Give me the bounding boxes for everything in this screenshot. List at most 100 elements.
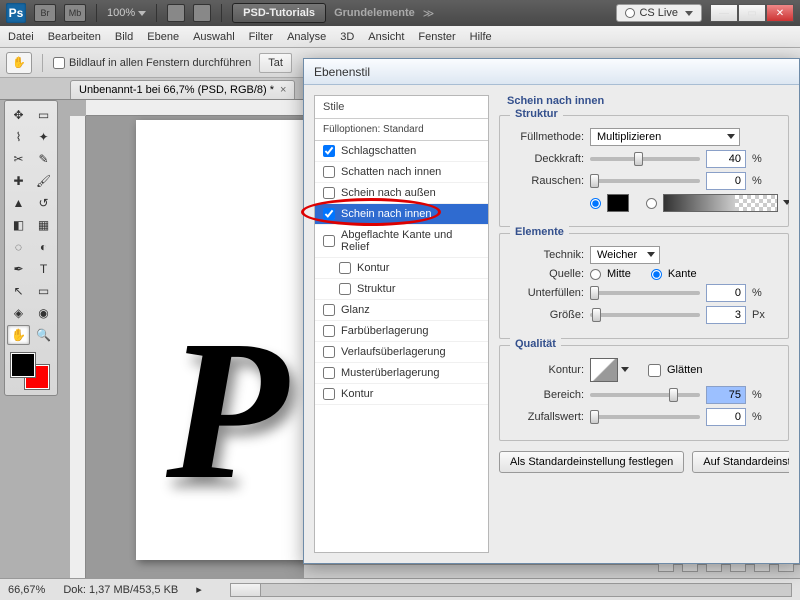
range-slider[interactable] [590, 393, 700, 397]
antialias-checkbox[interactable] [648, 364, 661, 377]
opacity-slider[interactable] [590, 157, 700, 161]
size-input[interactable]: 3 [706, 306, 746, 324]
technique-dropdown[interactable]: Weicher [590, 246, 660, 264]
gradient-tool-icon[interactable]: ▦ [32, 215, 55, 235]
choke-input[interactable]: 0 [706, 284, 746, 302]
jitter-slider[interactable] [590, 415, 700, 419]
jitter-input[interactable]: 0 [706, 408, 746, 426]
style-item-5[interactable]: Kontur [315, 258, 488, 279]
style-item-3[interactable]: Schein nach innen [315, 204, 488, 225]
make-default-button[interactable]: Als Standardeinstellung festlegen [499, 451, 684, 473]
menu-fenster[interactable]: Fenster [418, 31, 455, 43]
style-item-2[interactable]: Schein nach außen [315, 183, 488, 204]
3d-camera-icon[interactable]: ◉ [32, 303, 55, 323]
style-checkbox[interactable] [339, 283, 351, 295]
blur-tool-icon[interactable]: ◌ [7, 237, 30, 257]
noise-slider[interactable] [590, 179, 700, 183]
foreground-color-swatch[interactable] [11, 353, 35, 377]
dialog-titlebar[interactable]: Ebenenstil [304, 59, 799, 85]
style-checkbox[interactable] [323, 187, 335, 199]
styles-header[interactable]: Stile [315, 96, 488, 119]
opacity-input[interactable]: 40 [706, 150, 746, 168]
scroll-all-checkbox-input[interactable] [53, 57, 65, 69]
bridge-button[interactable]: Br [34, 4, 56, 22]
color-wells[interactable] [7, 351, 55, 391]
style-checkbox[interactable] [323, 235, 335, 247]
scroll-all-windows-checkbox[interactable]: Bildlauf in allen Fenstern durchführen [53, 57, 251, 69]
style-checkbox[interactable] [323, 346, 335, 358]
style-checkbox[interactable] [323, 325, 335, 337]
document-tab[interactable]: Unbenannt-1 bei 66,7% (PSD, RGB/8) * × [70, 80, 295, 99]
menu-analyse[interactable]: Analyse [287, 31, 326, 43]
history-brush-icon[interactable]: ↺ [32, 193, 55, 213]
style-item-8[interactable]: Farbüberlagerung [315, 321, 488, 342]
size-slider[interactable] [590, 313, 700, 317]
status-doc-info[interactable]: Dok: 1,37 MB/453,5 KB [63, 584, 178, 596]
close-button[interactable]: ✕ [766, 4, 794, 22]
screenmode-icon[interactable] [193, 4, 211, 22]
style-item-11[interactable]: Kontur [315, 384, 488, 405]
style-checkbox[interactable] [323, 388, 335, 400]
menu-auswahl[interactable]: Auswahl [193, 31, 235, 43]
zoom-tool-icon[interactable]: 🔍 [32, 325, 55, 345]
style-item-10[interactable]: Musterüberlagerung [315, 363, 488, 384]
gradient-picker[interactable] [663, 194, 778, 212]
minibridge-button[interactable]: Mb [64, 4, 86, 22]
eraser-tool-icon[interactable]: ◧ [7, 215, 30, 235]
brush-tool-icon[interactable]: 🖌 [32, 171, 55, 191]
style-item-9[interactable]: Verlaufsüberlagerung [315, 342, 488, 363]
style-item-4[interactable]: Abgeflachte Kante und Relief [315, 225, 488, 258]
style-item-0[interactable]: Schlagschatten [315, 141, 488, 162]
hand-tool-icon[interactable]: ✋ [7, 325, 30, 345]
style-item-1[interactable]: Schatten nach innen [315, 162, 488, 183]
path-select-icon[interactable]: ↖ [7, 281, 30, 301]
gradient-radio[interactable] [646, 198, 657, 209]
color-swatch[interactable] [607, 194, 629, 212]
scrollbar-thumb[interactable] [231, 584, 261, 596]
workspace-grundelemente[interactable]: Grundelemente [334, 7, 415, 19]
style-checkbox[interactable] [323, 166, 335, 178]
hand-tool-icon[interactable]: ✋ [6, 52, 32, 74]
source-center-radio[interactable] [590, 269, 601, 280]
menu-ebene[interactable]: Ebene [147, 31, 179, 43]
contour-picker[interactable] [590, 358, 618, 382]
chevron-right-icon[interactable]: ≫ [423, 7, 435, 20]
wand-tool-icon[interactable]: ✦ [32, 127, 55, 147]
style-checkbox[interactable] [323, 208, 335, 220]
reset-default-button[interactable]: Auf Standardeinstellun [692, 451, 789, 473]
heal-tool-icon[interactable]: ✚ [7, 171, 30, 191]
lasso-tool-icon[interactable]: ⌇ [7, 127, 30, 147]
workspace-psd-tutorials[interactable]: PSD-Tutorials [232, 3, 326, 23]
eyedropper-tool-icon[interactable]: ✎ [32, 149, 55, 169]
blending-options-row[interactable]: Fülloptionen: Standard [315, 119, 488, 141]
style-checkbox[interactable] [323, 304, 335, 316]
style-checkbox[interactable] [323, 367, 335, 379]
stamp-tool-icon[interactable]: ▲ [7, 193, 30, 213]
cslive-button[interactable]: CS Live [616, 4, 702, 22]
type-tool-icon[interactable]: T [32, 259, 55, 279]
menu-3d[interactable]: 3D [340, 31, 354, 43]
color-radio[interactable] [590, 198, 601, 209]
menu-datei[interactable]: Datei [8, 31, 34, 43]
zoom-dropdown[interactable]: 100% [107, 7, 146, 19]
marquee-tool-icon[interactable]: ▭ [32, 105, 55, 125]
crop-tool-icon[interactable]: ✂ [7, 149, 30, 169]
status-zoom[interactable]: 66,67% [8, 584, 45, 596]
horizontal-scrollbar[interactable] [230, 583, 792, 597]
noise-input[interactable]: 0 [706, 172, 746, 190]
arrange-icon[interactable] [167, 4, 185, 22]
minimize-button[interactable]: — [710, 4, 738, 22]
blendmode-dropdown[interactable]: Multiplizieren [590, 128, 740, 146]
style-item-6[interactable]: Struktur [315, 279, 488, 300]
3d-tool-icon[interactable]: ◈ [7, 303, 30, 323]
choke-slider[interactable] [590, 291, 700, 295]
menu-bearbeiten[interactable]: Bearbeiten [48, 31, 101, 43]
style-checkbox[interactable] [323, 145, 335, 157]
menu-hilfe[interactable]: Hilfe [470, 31, 492, 43]
actual-pixels-button[interactable]: Tat [259, 53, 292, 73]
pen-tool-icon[interactable]: ✒ [7, 259, 30, 279]
menu-filter[interactable]: Filter [249, 31, 273, 43]
status-arrow-icon[interactable]: ▸ [196, 583, 202, 596]
close-tab-icon[interactable]: × [280, 84, 286, 96]
style-item-7[interactable]: Glanz [315, 300, 488, 321]
